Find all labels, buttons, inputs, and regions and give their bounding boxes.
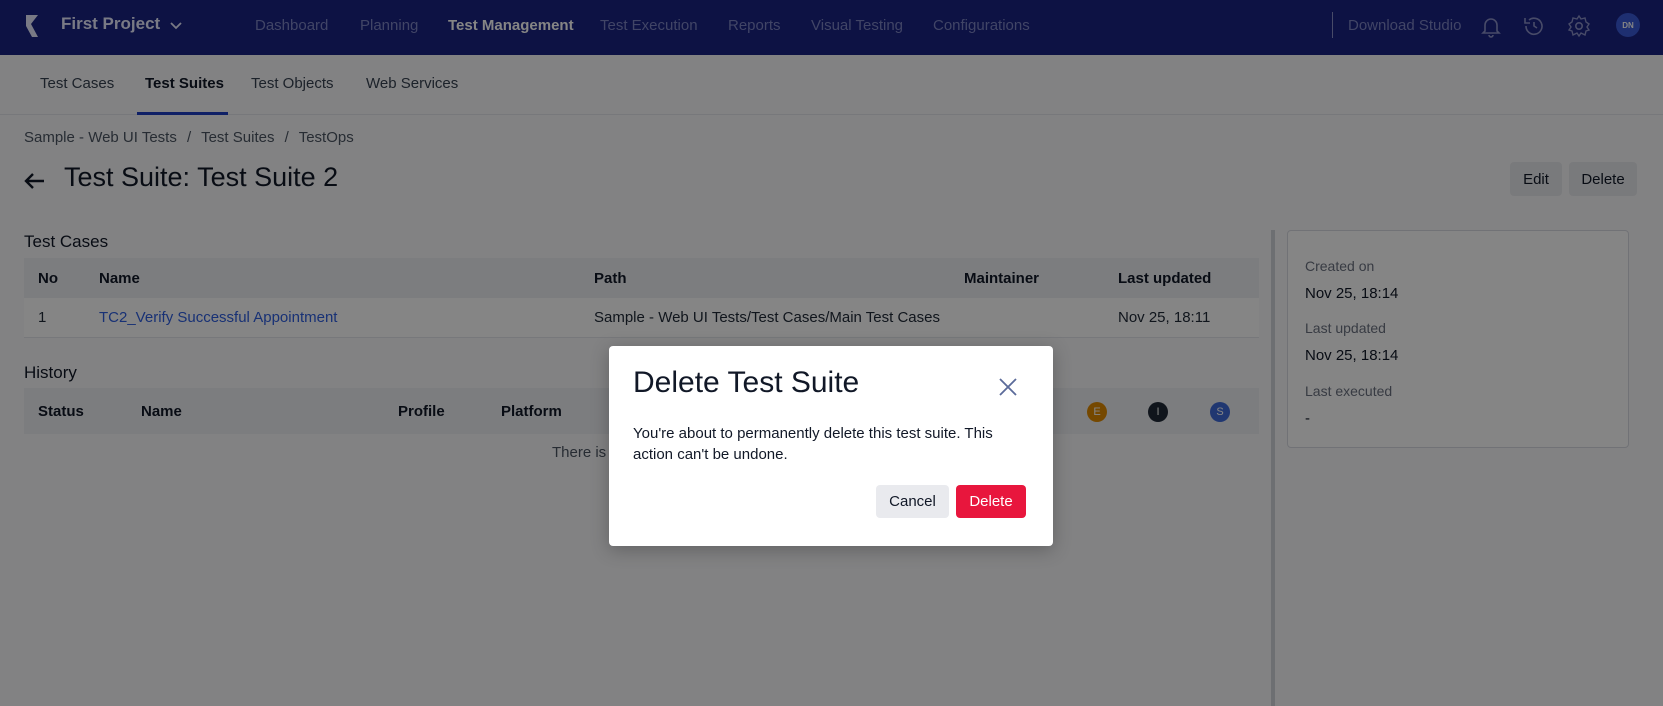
- dialog-message: You're about to permanently delete this …: [633, 425, 993, 463]
- cancel-button[interactable]: Cancel: [876, 485, 949, 518]
- dialog-title: Delete Test Suite: [633, 366, 860, 399]
- close-icon[interactable]: [997, 376, 1019, 398]
- confirm-delete-button[interactable]: Delete: [956, 485, 1026, 518]
- delete-dialog: Delete Test Suite You're about to perman…: [609, 346, 1053, 546]
